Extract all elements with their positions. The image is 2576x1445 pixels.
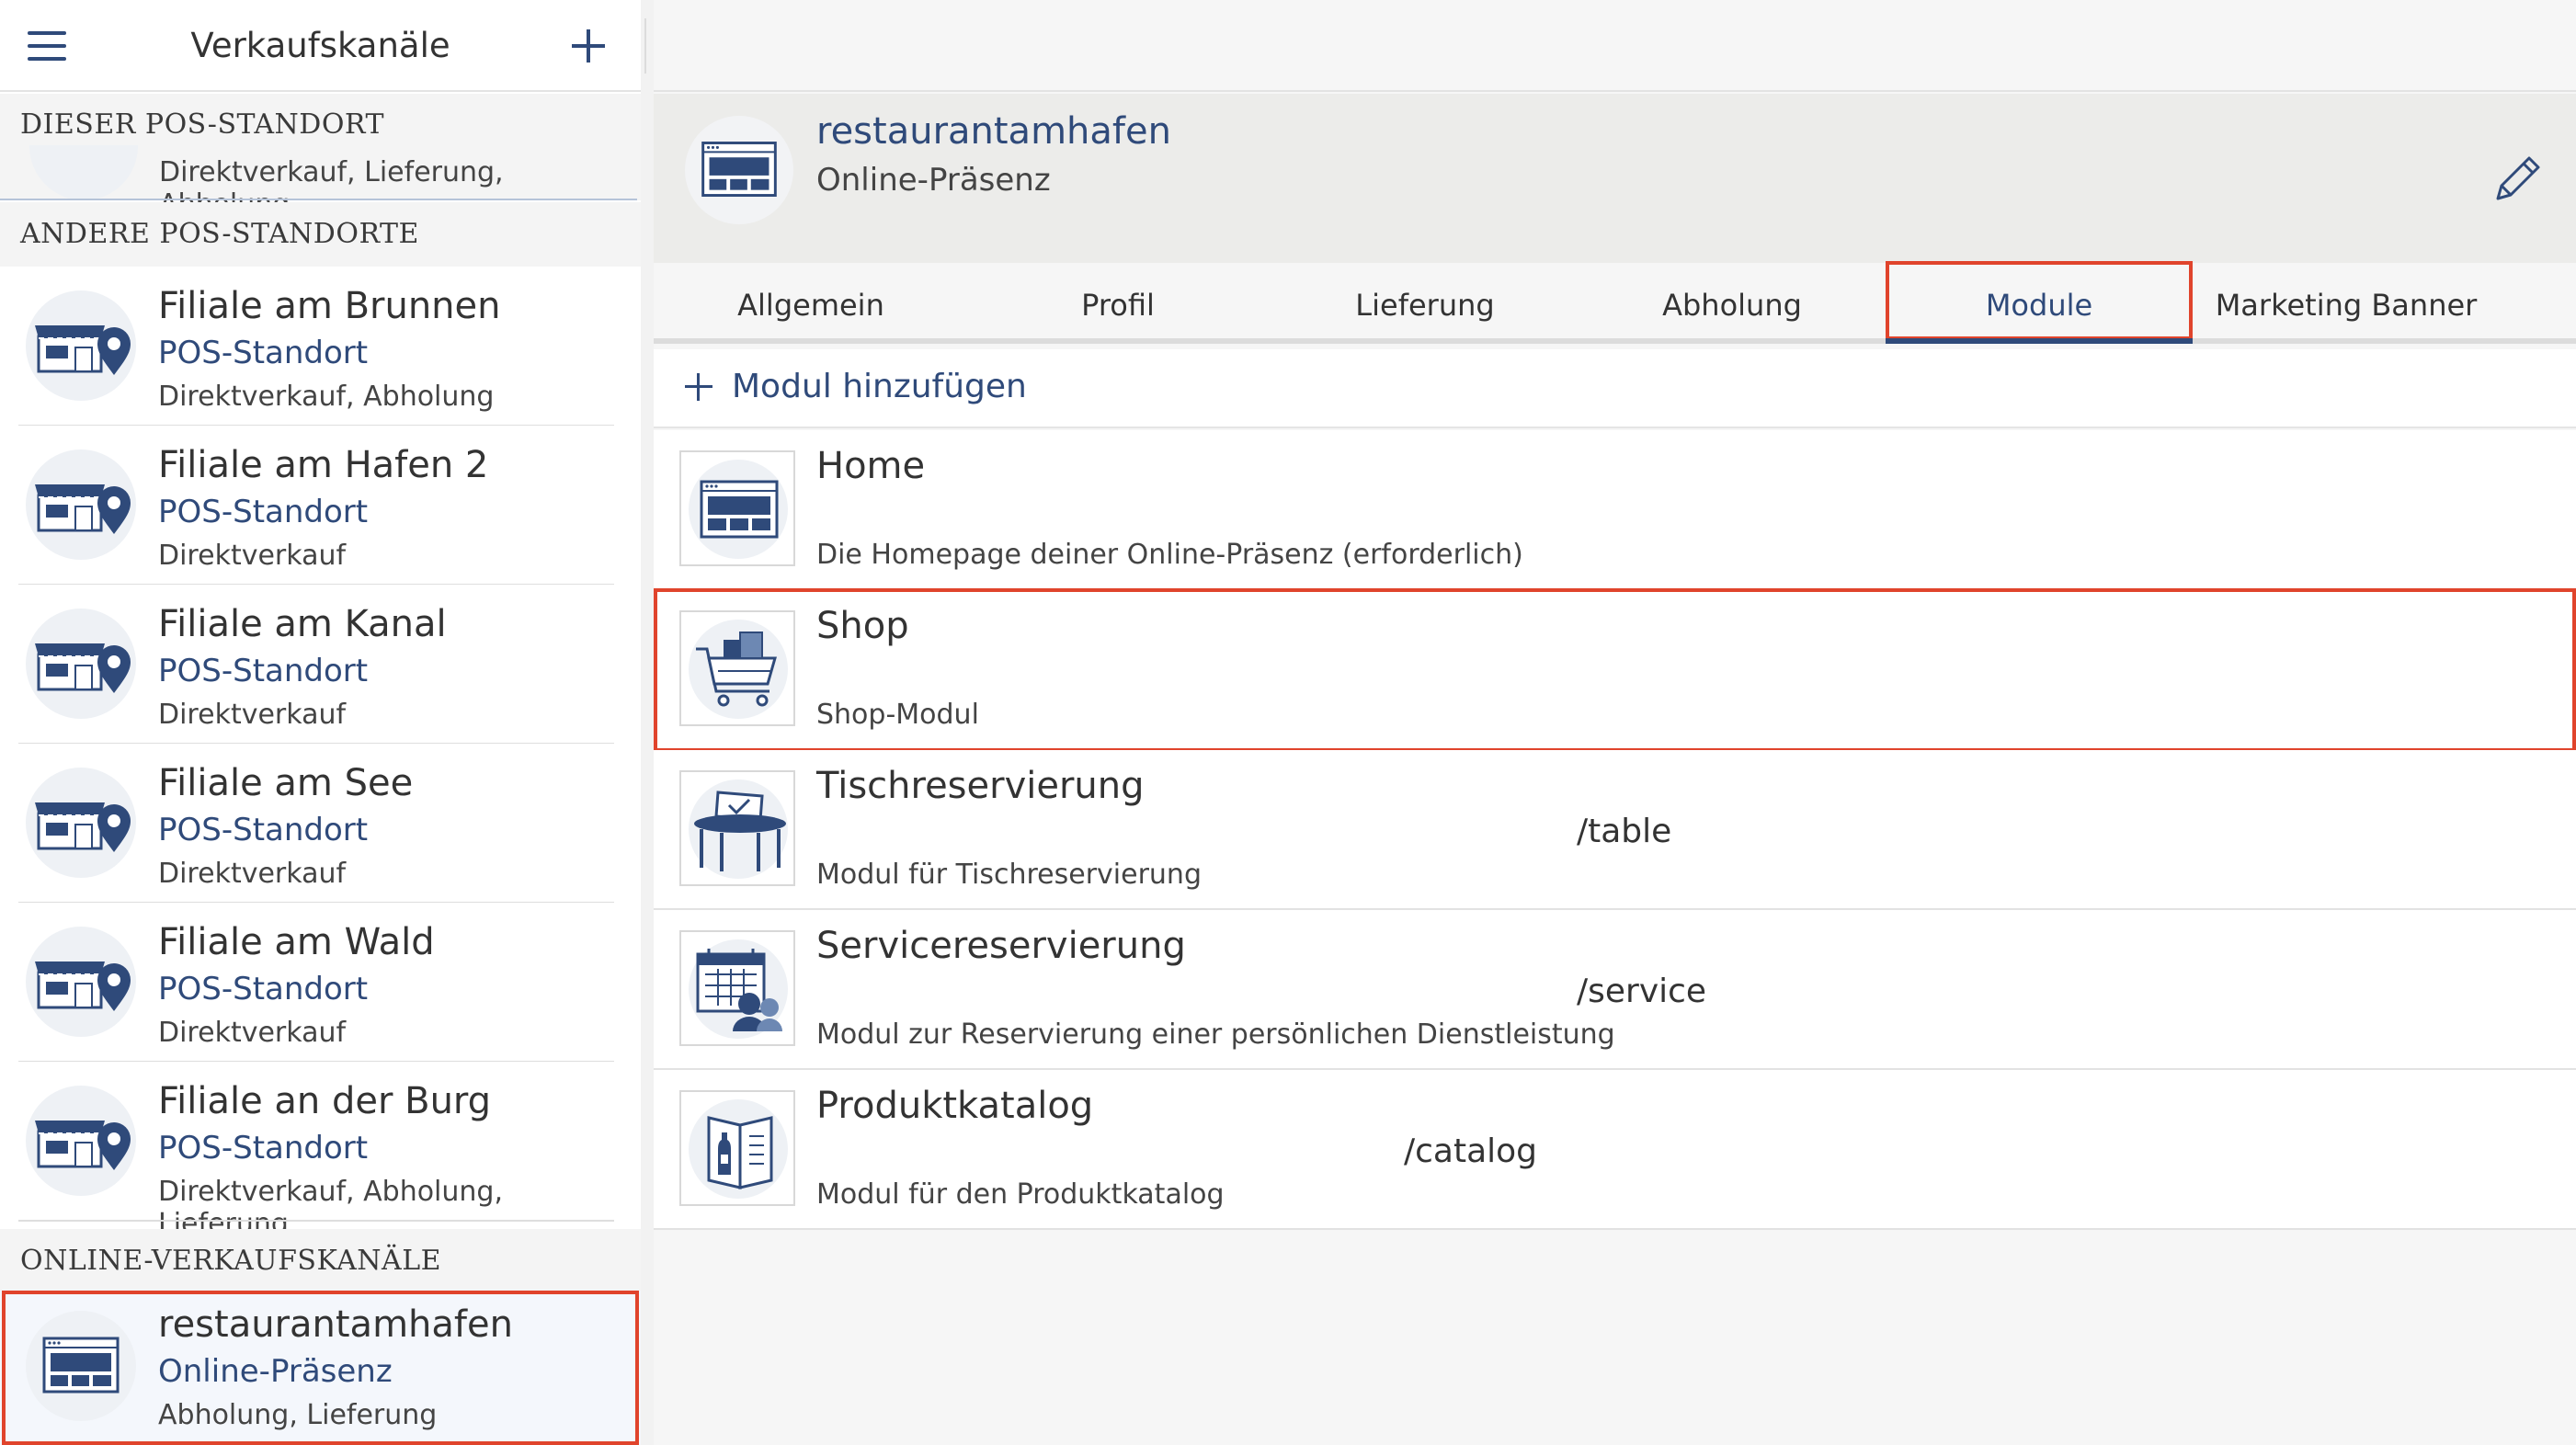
store-location-icon (26, 927, 136, 1037)
highlight-box (1886, 261, 2193, 340)
module-path: /service (1577, 973, 1707, 1010)
highlight-box (654, 588, 2576, 752)
table-reservation-icon (679, 770, 795, 886)
location-type: POS-Standort (158, 335, 369, 371)
sidebar-item-restaurantamhafen[interactable]: restaurantamhafen Online-Präsenz Abholun… (0, 1291, 641, 1445)
website-icon (679, 450, 795, 566)
store-location-icon (26, 768, 136, 878)
location-name: Filiale am See (158, 762, 414, 804)
store-icon (29, 145, 138, 200)
this-location-section[interactable]: DIESER POS-STANDORT Direktverkauf, Liefe… (0, 94, 641, 221)
sidebar-item-location[interactable]: Filiale an der Burg POS-Standort Direktver… (0, 1062, 641, 1240)
store-location-icon (26, 449, 136, 560)
tab-label: Abholung (1662, 288, 1802, 323)
sales-channel-sidebar: Verkaufskanäle DIESER POS-STANDORT Direk… (0, 0, 641, 1445)
tab-marketing-banner[interactable]: Marketing Banner (2193, 263, 2500, 338)
location-name: Filiale an der Burg (158, 1080, 492, 1122)
tab-label: Marketing Banner (2215, 288, 2478, 323)
sidebar-item-location[interactable]: Filiale am Wald POS-Standort Direktverkauf (0, 903, 641, 1063)
highlight-box (2, 1291, 639, 1445)
module-name: Produktkatalog (816, 1085, 1094, 1127)
location-services: Direktverkauf (158, 858, 347, 890)
tab-lieferung[interactable]: Lieferung (1271, 263, 1579, 338)
section-header-online-channels: ONLINE-VERKAUFSKANÄLE (0, 1229, 641, 1293)
store-location-icon (26, 290, 136, 401)
module-name: Home (816, 445, 926, 487)
channel-title: restaurantamhafen (816, 110, 1171, 153)
sidebar-item-location[interactable]: Filiale am See POS-Standort Direktverkauf (0, 744, 641, 904)
tab-profil[interactable]: Profil (964, 263, 1271, 338)
tab-label: Lieferung (1355, 288, 1495, 323)
module-row-tischreservierung[interactable]: Tischreservierung Modul für Tischreservie… (654, 750, 2576, 910)
module-name: Tischreservierung (816, 765, 1145, 807)
location-name: Filiale am Wald (158, 921, 435, 963)
module-path: /table (1577, 813, 1672, 850)
section-header-other-locations: ANDERE POS-STANDORTE (0, 202, 641, 267)
sidebar-header: Verkaufskanäle (0, 0, 641, 92)
sidebar-item-location[interactable]: Filiale am Hafen 2 POS-Standort Direktverk… (0, 426, 641, 586)
location-type: POS-Standort (158, 971, 369, 1007)
catalog-icon (679, 1090, 795, 1206)
top-bar (654, 0, 2576, 92)
service-calendar-icon (679, 930, 795, 1046)
module-description: Modul zur Reservierung einer persönliche… (816, 1018, 1615, 1051)
location-services: Direktverkauf (158, 540, 347, 572)
add-module-button[interactable]: Modul hinzufügen (654, 349, 2576, 428)
module-row-produktkatalog[interactable]: Produktkatalog Modul für den Produktkatal… (654, 1070, 2576, 1230)
location-type: POS-Standort (158, 653, 369, 689)
add-channel-icon[interactable] (570, 28, 607, 64)
channel-header: restaurantamhafen Online-Präsenz (654, 94, 2576, 263)
store-location-icon (26, 1086, 136, 1196)
sidebar-splitter[interactable] (641, 0, 654, 1445)
location-name: Filiale am Kanal (158, 603, 447, 645)
pencil-edit-icon[interactable] (2491, 151, 2546, 206)
store-location-icon (26, 609, 136, 719)
location-services: Direktverkauf (158, 699, 347, 731)
tab-bar: Allgemein Profil Lieferung Abholung Module Ma… (654, 261, 2576, 344)
location-services: Direktverkauf, Abholung (158, 381, 495, 413)
location-type: POS-Standort (158, 812, 369, 848)
tab-label: Allgemein (737, 288, 884, 323)
add-module-label: Modul hinzufügen (732, 368, 1027, 405)
plus-icon (685, 373, 712, 401)
location-services: Direktverkauf (158, 1017, 347, 1049)
section-header-this-location: DIESER POS-STANDORT (20, 108, 384, 141)
location-name: Filiale am Brunnen (158, 285, 501, 327)
sidebar-title: Verkaufskanäle (190, 26, 450, 65)
tab-abholung[interactable]: Abholung (1579, 263, 1886, 338)
module-description: Modul für Tischreservierung (816, 859, 1202, 891)
module-description: Die Homepage deiner Online-Präsenz (erfo… (816, 539, 1523, 571)
module-row-shop[interactable]: Shop Shop-Modul (654, 588, 2576, 752)
module-description: Modul für den Produktkatalog (816, 1178, 1225, 1211)
module-row-servicereservierung[interactable]: Servicereservierung Modul zur Reservierun… (654, 910, 2576, 1070)
website-icon (685, 116, 793, 224)
tab-allgemein[interactable]: Allgemein (657, 263, 964, 338)
module-name: Servicereservierung (816, 925, 1186, 967)
sidebar-item-location[interactable]: Filiale am Brunnen POS-Standort Direktverk… (0, 267, 641, 427)
sidebar-item-location[interactable]: Filiale am Kanal POS-Standort Direktverkau… (0, 585, 641, 745)
tab-label: Profil (1081, 288, 1155, 323)
channel-detail-panel: restaurantamhafen Online-Präsenz Allgeme… (654, 0, 2576, 1445)
module-path: /catalog (1404, 1132, 1538, 1170)
channel-subtitle: Online-Präsenz (816, 162, 1051, 199)
tab-module[interactable]: Module (1886, 261, 2193, 344)
location-type: POS-Standort (158, 1130, 369, 1166)
location-type: POS-Standort (158, 494, 369, 530)
module-row-home[interactable]: Home Die Homepage deiner Online-Präsenz (… (654, 430, 2576, 590)
location-name: Filiale am Hafen 2 (158, 444, 489, 486)
